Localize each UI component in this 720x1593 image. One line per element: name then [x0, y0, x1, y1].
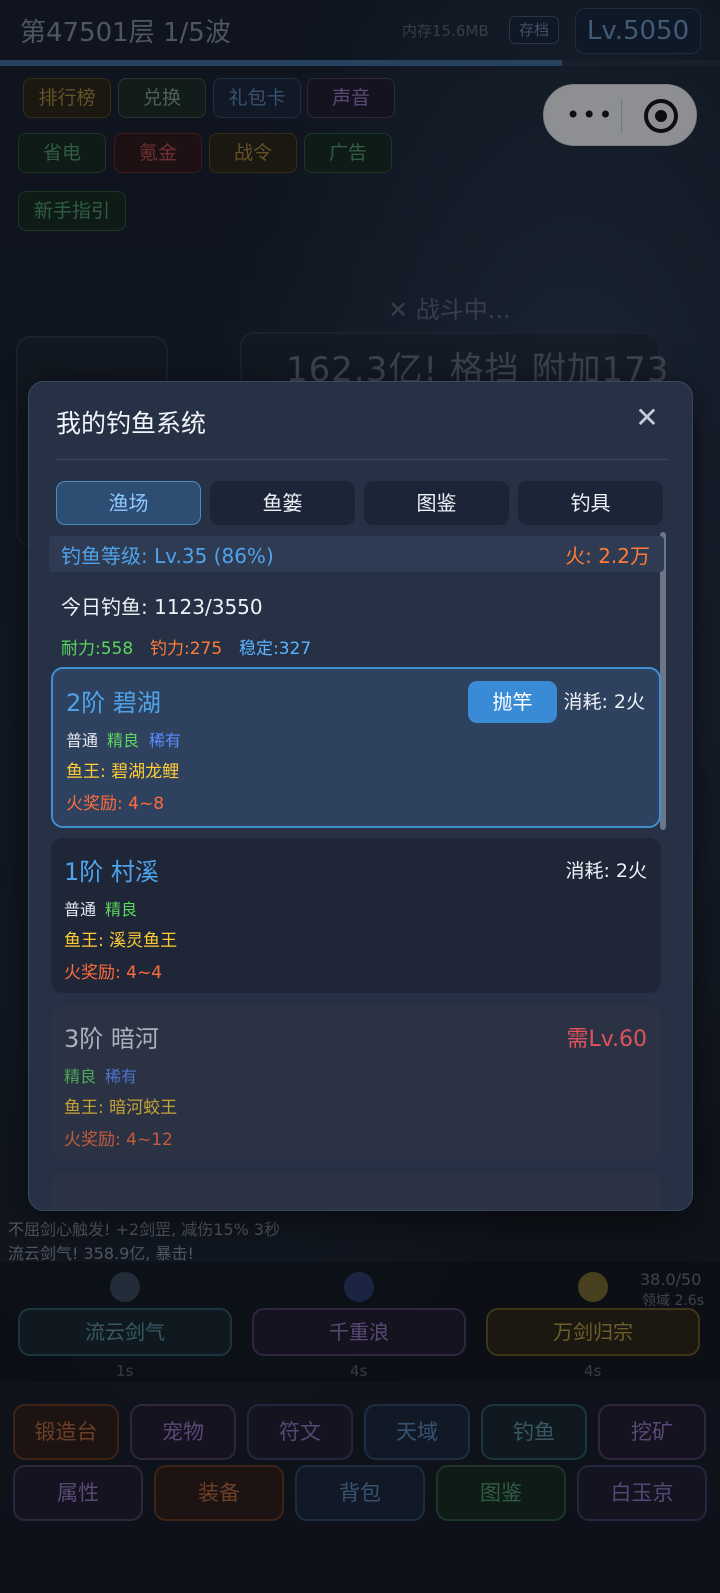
rarity-common: 普通 [66, 731, 99, 750]
fishing-level-strip: 钓鱼等级: Lv.35 (86%) 火: 2.2万 [49, 536, 664, 572]
rarity-fine: 精良 [105, 900, 138, 919]
spot-name: 1阶 村溪 [64, 858, 159, 886]
cast-rod-button[interactable]: 抛竿 [468, 681, 557, 723]
fish-king: 鱼王: 溪灵鱼王 [64, 931, 178, 951]
power-stat: 钓力:275 [150, 639, 223, 659]
fire-count: 火: 2.2万 [565, 544, 650, 568]
fire-reward: 火奖励: 4~8 [66, 794, 165, 814]
fishing-modal: 我的钓鱼系统 ✕ 渔场 鱼篓 图鉴 钓具 钓鱼等级: Lv.35 (86%) 火… [28, 381, 693, 1211]
stamina-stat: 耐力:558 [61, 639, 134, 659]
fish-king: 鱼王: 碧湖龙鲤 [66, 762, 180, 782]
fish-king: 鱼王: 暗河蛟王 [64, 1098, 178, 1118]
spot-cost: 消耗: 2火 [565, 860, 647, 882]
fire-reward: 火奖励: 4~4 [64, 963, 163, 983]
stability-stat: 稳定:327 [239, 639, 312, 659]
tab-fish-basket[interactable]: 鱼篓 [210, 481, 355, 525]
rarity-rare: 稀有 [149, 731, 182, 750]
spot-name: 2阶 碧湖 [66, 689, 161, 717]
rarity-common: 普通 [64, 900, 97, 919]
spot-name: 3阶 暗河 [64, 1025, 159, 1053]
rarity-fine: 精良 [107, 731, 140, 750]
today-catch: 今日钓鱼: 1123/3550 [61, 595, 263, 619]
fishing-ground-panel[interactable]: 钓鱼等级: Lv.35 (86%) 火: 2.2万 今日钓鱼: 1123/355… [49, 536, 664, 1210]
spot-cost: 消耗: 2火 [563, 691, 645, 713]
fishing-level: 钓鱼等级: Lv.35 (86%) [61, 544, 274, 568]
rarity-fine: 精良 [64, 1067, 97, 1086]
fishing-spot-cunxi[interactable]: 1阶 村溪 消耗: 2火 普通 精良 鱼王: 溪灵鱼王 火奖励: 4~4 [51, 838, 661, 993]
tab-tackle[interactable]: 钓具 [518, 481, 663, 525]
close-icon[interactable]: ✕ [629, 400, 665, 436]
fire-reward: 火奖励: 4~12 [64, 1130, 173, 1150]
tab-fishing-ground[interactable]: 渔场 [56, 481, 201, 525]
divider [56, 459, 667, 460]
fishing-spot-bihu[interactable]: 2阶 碧湖 抛竿 消耗: 2火 普通 精良 稀有 鱼王: 碧湖龙鲤 火奖励: 4… [51, 667, 661, 828]
rarity-rare: 稀有 [105, 1067, 138, 1086]
tab-codex[interactable]: 图鉴 [364, 481, 509, 525]
modal-title: 我的钓鱼系统 [56, 409, 207, 438]
fishing-spot-anhe[interactable]: 3阶 暗河 需Lv.60 精良 稀有 鱼王: 暗河蛟王 火奖励: 4~12 [51, 1005, 661, 1160]
fishing-spot-next[interactable] [51, 1172, 661, 1210]
level-requirement: 需Lv.60 [566, 1027, 647, 1052]
